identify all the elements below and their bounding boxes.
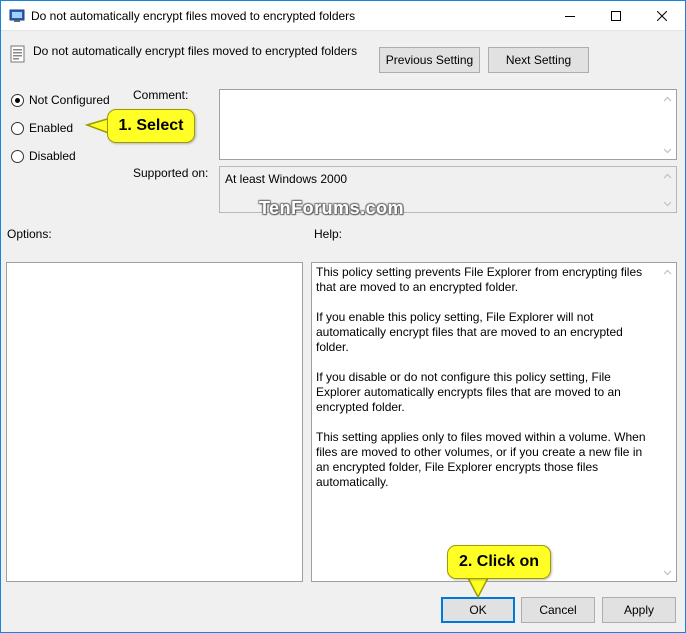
- minimize-button[interactable]: [547, 1, 593, 31]
- comment-scrollbar[interactable]: [659, 90, 676, 159]
- radio-enabled[interactable]: Enabled: [11, 120, 73, 136]
- watermark: TenForums.com: [259, 198, 405, 218]
- scroll-up-icon[interactable]: [659, 90, 676, 107]
- policy-setting-dialog: Do not automatically encrypt files moved…: [0, 0, 686, 633]
- callout-click: 2. Click on: [447, 545, 551, 579]
- comment-textbox[interactable]: [219, 89, 677, 160]
- maximize-icon: [611, 11, 621, 21]
- radio-label: Enabled: [29, 121, 74, 135]
- supported-scrollbar[interactable]: [659, 167, 676, 212]
- radio-indicator[interactable]: [11, 149, 24, 163]
- scroll-down-icon[interactable]: [659, 195, 676, 212]
- supported-on-label: Supported on:: [133, 166, 209, 180]
- scroll-up-icon[interactable]: [659, 167, 676, 184]
- help-scrollbar[interactable]: [659, 263, 676, 581]
- radio-indicator[interactable]: [11, 121, 24, 135]
- radio-label: Not Configured: [29, 93, 110, 107]
- scroll-down-icon[interactable]: [659, 142, 676, 159]
- policy-editor-icon: [9, 9, 25, 22]
- scroll-up-icon[interactable]: [659, 263, 676, 280]
- ok-button[interactable]: OK: [441, 597, 515, 623]
- setting-page-icon: [10, 45, 25, 63]
- apply-button[interactable]: Apply: [602, 597, 676, 623]
- previous-setting-button[interactable]: Previous Setting: [379, 47, 480, 73]
- options-label: Options:: [7, 227, 52, 241]
- scroll-down-icon[interactable]: [659, 564, 676, 581]
- title-bar[interactable]: Do not automatically encrypt files moved…: [1, 1, 685, 31]
- close-icon: [657, 11, 667, 21]
- help-paragraph: If you enable this policy setting, File …: [316, 310, 623, 354]
- help-label: Help:: [314, 227, 343, 241]
- next-setting-button[interactable]: Next Setting: [488, 47, 589, 73]
- radio-label: Disabled: [29, 149, 76, 163]
- window-title: Do not automatically encrypt files moved…: [31, 9, 356, 23]
- callout-select: 1. Select: [107, 109, 195, 143]
- maximize-button[interactable]: [593, 1, 639, 31]
- help-paragraph: If you disable or do not configure this …: [316, 370, 621, 414]
- minimize-icon: [565, 16, 575, 17]
- setting-name: Do not automatically encrypt files moved…: [33, 44, 358, 58]
- comment-label: Comment:: [133, 88, 189, 102]
- options-panel: [6, 262, 303, 582]
- help-panel: This policy setting prevents File Explor…: [311, 262, 677, 582]
- supported-on-value: At least Windows 2000: [225, 172, 348, 186]
- close-button[interactable]: [639, 1, 685, 31]
- help-paragraph: This policy setting prevents File Explor…: [316, 265, 643, 294]
- radio-disabled[interactable]: Disabled: [11, 148, 76, 164]
- radio-not-configured[interactable]: Not Configured: [11, 92, 110, 108]
- help-paragraph: This setting applies only to files moved…: [316, 430, 646, 489]
- radio-indicator[interactable]: [11, 93, 24, 107]
- help-text: This policy setting prevents File Explor…: [316, 265, 656, 505]
- cancel-button[interactable]: Cancel: [521, 597, 595, 623]
